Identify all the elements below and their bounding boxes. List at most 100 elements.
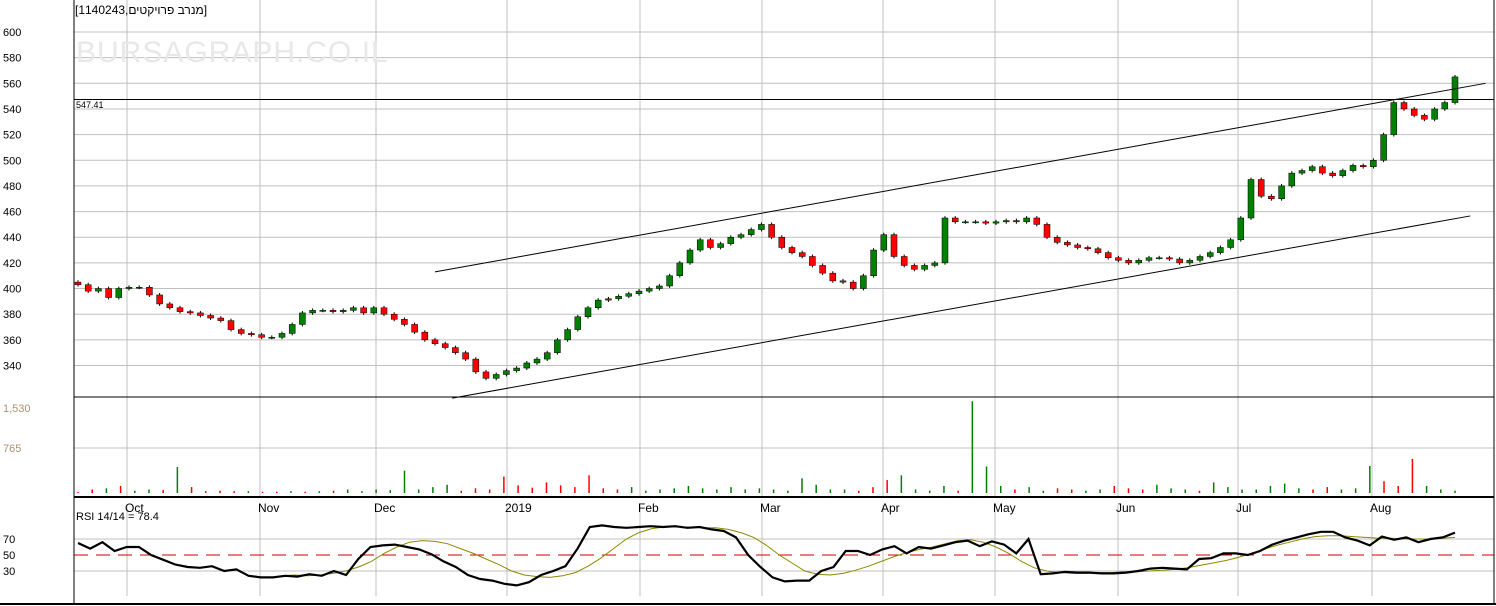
candle-up <box>921 265 928 270</box>
rsi-ma-line <box>281 526 1456 578</box>
candle-down <box>452 347 459 353</box>
candle-up <box>1441 102 1449 110</box>
candle-down <box>1074 244 1081 248</box>
chart-title: [1140243,מנרב פרויקטים] <box>75 3 208 17</box>
candle-up <box>972 221 979 224</box>
chart-window: BURSAGRAPH.CO.IL Oct Nov Dec 2019 Feb Mar Apr M… <box>0 0 1496 606</box>
candle-up <box>758 224 765 230</box>
candle-up <box>135 287 143 289</box>
candle-up <box>554 339 561 353</box>
month-label-mar: Mar <box>760 501 781 515</box>
volume-bars <box>77 401 1456 493</box>
trendline-lower <box>452 215 1471 399</box>
candle-up <box>1023 217 1030 223</box>
candle-down <box>1104 252 1112 259</box>
candle-down <box>472 358 480 373</box>
candle-up <box>656 285 663 289</box>
candle-down <box>951 217 959 223</box>
candle-up <box>1237 217 1245 241</box>
candle-up <box>268 337 276 339</box>
month-label-feb: Feb <box>638 501 659 515</box>
candle-up <box>625 293 633 297</box>
candle-down <box>849 281 857 289</box>
candle-up <box>931 262 939 266</box>
candle-down <box>227 320 235 330</box>
candle-down <box>390 313 398 320</box>
candle-up <box>513 367 520 371</box>
price-tick-label: 440 <box>3 232 21 244</box>
trendline-upper <box>434 82 1486 273</box>
candle-down <box>462 352 469 360</box>
candle-down <box>105 288 112 298</box>
price-tick-label: 360 <box>3 335 21 347</box>
candle-up <box>666 275 673 287</box>
price-tick-label: 560 <box>3 78 21 90</box>
candle-down <box>1013 220 1020 223</box>
candle-down <box>1329 172 1336 176</box>
candle-down <box>431 339 439 344</box>
month-label-may: May <box>993 501 1016 515</box>
month-label-jun: Jun <box>1116 501 1135 515</box>
month-label-dec: Dec <box>374 501 395 515</box>
candles <box>74 74 1459 381</box>
candle-up <box>645 288 653 292</box>
candle-up <box>1370 160 1377 167</box>
candle-down <box>1115 257 1122 261</box>
candle-up <box>299 312 306 325</box>
candle-down <box>329 310 337 312</box>
candle-up <box>1155 257 1163 260</box>
candle-up <box>95 288 102 292</box>
candle-down <box>1053 236 1061 243</box>
candle-down <box>819 265 826 274</box>
candle-up <box>737 234 745 238</box>
candle-down <box>237 329 245 334</box>
candle-down <box>1421 115 1428 120</box>
candle-up <box>1135 260 1143 264</box>
month-label-nov: Nov <box>258 501 279 515</box>
candle-down <box>1319 166 1326 174</box>
month-label-apr: Apr <box>881 501 900 515</box>
candle-down <box>197 312 204 316</box>
candle-up <box>350 307 357 311</box>
candle-down <box>360 307 367 314</box>
candle-up <box>594 299 602 309</box>
candle-up <box>1145 257 1153 261</box>
candle-up <box>1217 247 1224 253</box>
candle-up <box>880 234 888 251</box>
level-label: 547.41 <box>76 100 104 110</box>
candle-up <box>941 217 949 264</box>
candle-up <box>1431 108 1438 120</box>
rsi-tick-label: 30 <box>3 566 15 578</box>
candle-up <box>870 249 877 276</box>
candle-down <box>1410 108 1418 116</box>
watermark: BURSAGRAPH.CO.IL <box>76 36 389 69</box>
candle-down <box>1268 195 1275 200</box>
candle-down <box>74 281 82 285</box>
price-tick-label: 480 <box>3 181 21 193</box>
price-tick-label: 400 <box>3 284 21 296</box>
candle-up <box>1227 239 1234 248</box>
candle-up <box>1451 76 1459 103</box>
price-tick-label: 340 <box>3 361 21 373</box>
candle-down <box>411 324 418 333</box>
month-label-2019: 2019 <box>505 501 532 515</box>
candle-down <box>778 236 786 248</box>
candle-up <box>615 295 622 300</box>
month-label-aug: Aug <box>1370 501 1391 515</box>
candle-down <box>84 284 92 292</box>
candle-down <box>768 224 775 238</box>
candle-up <box>1196 256 1204 261</box>
price-tick-label: 500 <box>3 155 21 167</box>
candle-up <box>1339 170 1347 176</box>
candle-down <box>186 311 194 314</box>
candle-up <box>1390 102 1398 135</box>
candle-down <box>829 272 837 282</box>
chart-canvas: BURSAGRAPH.CO.IL Oct Nov Dec 2019 Feb Mar Apr M… <box>0 0 1496 605</box>
candle-up <box>533 358 541 364</box>
month-label-jul: Jul <box>1236 501 1251 515</box>
price-tick-label: 520 <box>3 130 21 142</box>
candle-down <box>1359 165 1367 167</box>
price-tick-label: 380 <box>3 309 21 321</box>
candle-down <box>900 256 908 266</box>
candle-up <box>543 352 551 360</box>
